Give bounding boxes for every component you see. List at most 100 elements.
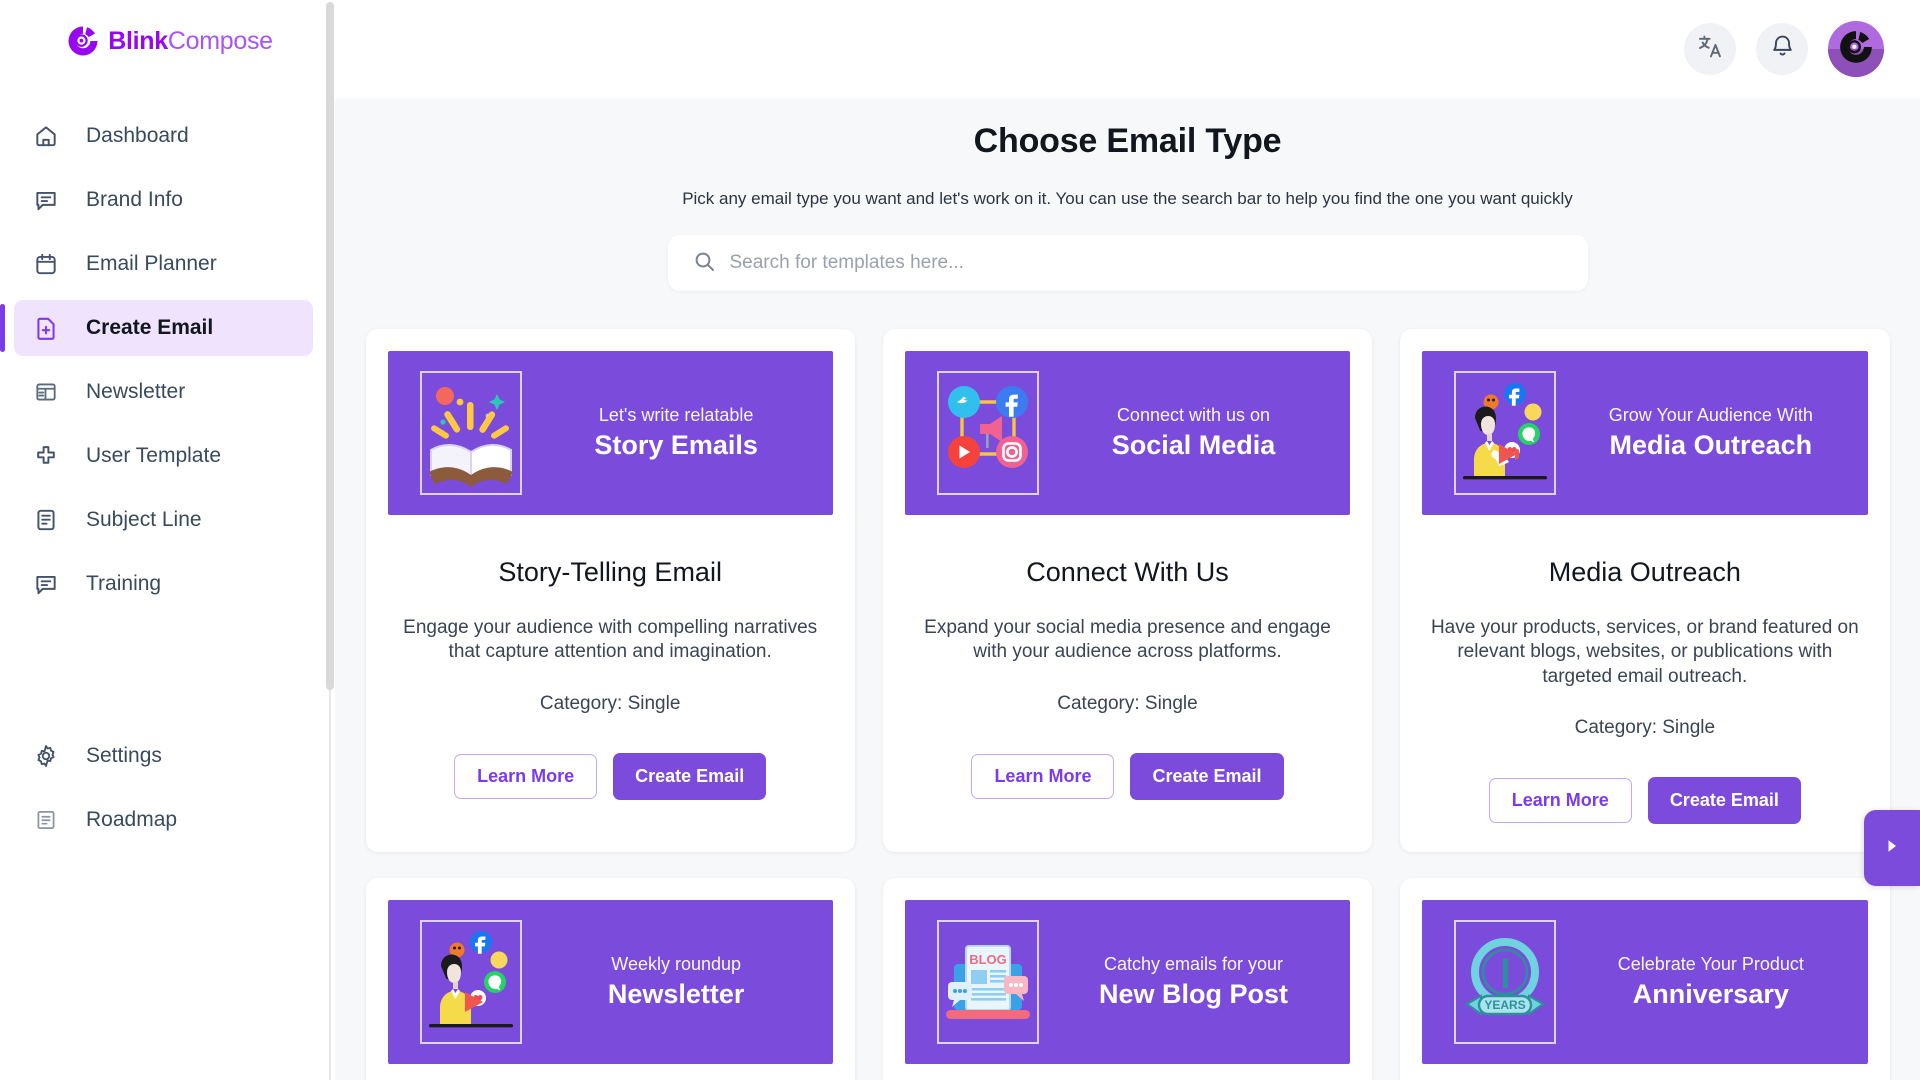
banner-top-line: Weekly roundup [548,952,805,976]
avatar[interactable] [1828,21,1884,77]
side-panel-toggle[interactable] [1864,810,1920,886]
home-icon [32,122,60,150]
card-title: Story-Telling Email [498,557,722,588]
document-lines-icon [32,506,60,534]
search-box[interactable] [668,235,1588,291]
card-actions: Learn More Create Email [971,753,1283,800]
sidebar-item-email-planner[interactable]: Email Planner [14,236,313,292]
sidebar-item-label: Newsletter [86,380,185,404]
banner-thumbnail [420,371,522,495]
card-banner: Connect with us on Social Media [905,351,1350,515]
card-actions: Learn More Create Email [454,753,766,800]
bell-icon [1769,33,1796,65]
banner-big-line: Newsletter [548,978,805,1012]
banner-text: Connect with us on Social Media [1065,403,1350,463]
sidebar-item-label: User Template [86,444,221,468]
create-email-button[interactable]: Create Email [1648,777,1801,824]
search-input[interactable] [730,252,1564,274]
search-icon [692,249,716,278]
svg-text:BLOG: BLOG [969,952,1007,967]
language-button[interactable] [1684,23,1736,75]
translate-icon [1697,33,1724,65]
card-banner: YEARS Celebrate Your Product Anniversary [1422,900,1867,1064]
sidebar-item-create-email[interactable]: Create Email [14,300,313,356]
banner-big-line: New Blog Post [1065,978,1322,1012]
plus-cross-icon [32,442,60,470]
card-category: Category: Single [540,693,680,715]
brand-name: BlinkCompose [108,27,273,56]
banner-top-line: Catchy emails for your [1065,952,1322,976]
card-banner: BLOG [905,900,1350,1064]
anniversary-badge-icon: YEARS [1457,920,1553,1043]
banner-thumbnail [1454,371,1556,495]
banner-text: Grow Your Audience With Media Outreach [1582,403,1867,463]
card-title: Connect With Us [1026,557,1229,588]
learn-more-button[interactable]: Learn More [971,754,1114,799]
person-megaphone-social-icon [1457,372,1553,495]
social-network-megaphone-icon [940,372,1036,495]
card-title: Media Outreach [1549,557,1741,588]
app-root: BlinkCompose Dashboard [0,0,1920,1080]
brand-name-bold: Blink [108,27,168,55]
sidebar-item-newsletter[interactable]: Newsletter [14,364,313,420]
blink-logo-icon [66,24,100,58]
card-actions: Learn More Create Email [1489,777,1801,824]
sidebar-item-roadmap[interactable]: Roadmap [14,792,313,848]
sidebar-spacer [0,616,335,724]
page-title: Choose Email Type [335,122,1920,161]
sidebar-item-label: Email Planner [86,252,217,276]
blog-laptop-icon: BLOG [940,920,1036,1043]
banner-thumbnail [420,920,522,1044]
template-card[interactable]: Let's write relatable Story Emails Story… [366,329,855,852]
learn-more-button[interactable]: Learn More [1489,778,1632,823]
sidebar-item-settings[interactable]: Settings [14,728,313,784]
template-card[interactable]: Grow Your Audience With Media Outreach M… [1400,329,1889,852]
user-avatar-logo [1836,27,1876,72]
sidebar-item-label: Brand Info [86,188,183,212]
svg-text:YEARS: YEARS [1484,998,1525,1012]
banner-big-line: Story Emails [548,429,805,463]
page-header: Choose Email Type Pick any email type yo… [335,98,1920,209]
banner-big-line: Media Outreach [1582,429,1839,463]
file-plus-icon [32,314,60,342]
learn-more-button[interactable]: Learn More [454,754,597,799]
sidebar-item-label: Subject Line [86,508,202,532]
layout-icon [32,378,60,406]
banner-text: Catchy emails for your New Blog Post [1065,952,1350,1012]
card-description: Engage your audience with compelling nar… [388,616,833,665]
sidebar-item-training[interactable]: Training [14,556,313,612]
template-card[interactable]: BLOG [883,878,1372,1080]
template-card[interactable]: Connect with us on Social Media Connect … [883,329,1372,852]
banner-text: Celebrate Your Product Anniversary [1582,952,1867,1012]
banner-big-line: Anniversary [1582,978,1839,1012]
brand-logo[interactable]: BlinkCompose [0,0,335,82]
sidebar-item-label: Roadmap [86,808,177,832]
sidebar-item-dashboard[interactable]: Dashboard [14,108,313,164]
card-banner: Grow Your Audience With Media Outreach [1422,351,1867,515]
sidebar-item-label: Create Email [86,316,213,340]
banner-big-line: Social Media [1065,429,1322,463]
banner-top-line: Celebrate Your Product [1582,952,1839,976]
notifications-button[interactable] [1756,23,1808,75]
sidebar-item-user-template[interactable]: User Template [14,428,313,484]
sidebar-scrollbar-track [329,690,331,1080]
template-card[interactable]: YEARS Celebrate Your Product Anniversary [1400,878,1889,1080]
person-megaphone-social-icon [423,920,519,1043]
sidebar-item-subject-line[interactable]: Subject Line [14,492,313,548]
create-email-button[interactable]: Create Email [613,753,766,800]
chevron-right-icon [1883,837,1901,860]
banner-top-line: Let's write relatable [548,403,805,427]
list-document-icon [32,806,60,834]
sidebar-scrollbar-thumb[interactable] [326,2,334,690]
card-banner: Weekly roundup Newsletter [388,900,833,1064]
banner-text: Weekly roundup Newsletter [548,952,833,1012]
sidebar-item-brand-info[interactable]: Brand Info [14,172,313,228]
banner-thumbnail [937,371,1039,495]
content-area: Choose Email Type Pick any email type yo… [335,98,1920,1080]
template-card[interactable]: Weekly roundup Newsletter [366,878,855,1080]
card-category: Category: Single [1057,693,1197,715]
sidebar-item-label: Settings [86,744,162,768]
brand-name-light: Compose [168,27,273,55]
chat-lines-icon [32,186,60,214]
create-email-button[interactable]: Create Email [1130,753,1283,800]
